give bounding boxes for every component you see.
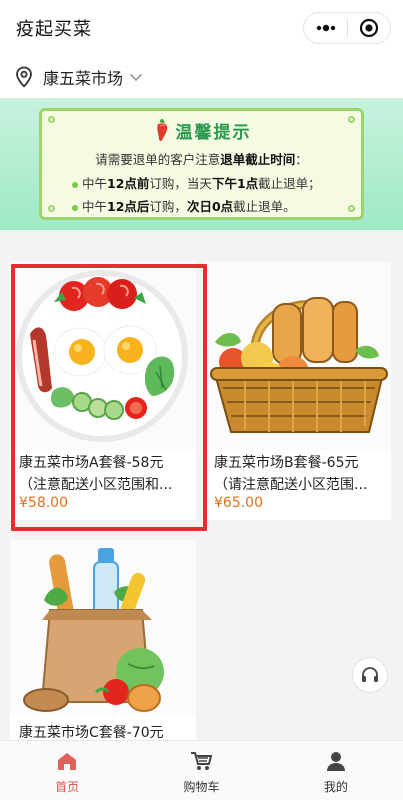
notice-card: 温馨提示 请需要退单的客户注意退单截止时间： 中午12点前订购，当天下午1点截止… [39, 108, 364, 220]
notice-text: 截止退单。 [233, 199, 296, 214]
notice-text: 请需要退单的客户注意 [95, 152, 221, 167]
more-dots-icon [316, 24, 335, 32]
bullet-dot [72, 204, 78, 211]
bullet-dot [72, 181, 78, 188]
bottom-tab-bar: 首页 购物车 我的 [0, 740, 403, 800]
tab-cart[interactable]: 购物车 [134, 741, 268, 800]
cart-icon [189, 750, 213, 772]
location-pin-icon [14, 65, 34, 89]
notice-highlight: 12点前 [107, 176, 150, 191]
close-button[interactable] [348, 13, 390, 43]
notice-line-1: 请需要退单的客户注意退单截止时间： [42, 149, 361, 168]
customer-service-button[interactable] [352, 657, 388, 693]
tab-home[interactable]: 首页 [0, 741, 134, 800]
location-selector[interactable]: 康五菜市场 [0, 56, 403, 98]
market-name: 康五菜市场 [43, 69, 124, 88]
notice-highlight: 退单截止时间 [220, 152, 296, 167]
grocery-bag-image [10, 540, 196, 716]
notice-highlight: 下午1点 [211, 176, 259, 191]
more-button[interactable] [304, 13, 347, 43]
menu-capsule [303, 12, 391, 44]
notice-text: 中午 [82, 199, 108, 214]
notice-title: 温馨提示 [175, 122, 252, 143]
selection-highlight [11, 264, 207, 531]
product-card-b[interactable]: 康五菜市场B套餐-65元 （请注意配送小区范围... ¥65.00 [205, 262, 391, 520]
chevron-down-icon [129, 73, 143, 82]
notice-text: ： [295, 152, 308, 167]
tab-label: 购物车 [183, 780, 220, 794]
notice-banner[interactable]: 温馨提示 请需要退单的客户注意退单截止时间： 中午12点前订购，当天下午1点截止… [0, 98, 403, 230]
notice-header: 温馨提示 [42, 117, 361, 143]
tab-mine[interactable]: 我的 [269, 741, 403, 800]
close-target-icon [359, 18, 379, 38]
notice-text: 订购， [149, 199, 187, 214]
user-icon [325, 750, 347, 772]
mini-program-screen: 疫起买菜 康五菜市场 温馨提示 请需要退单的客户注意退单截止时间： 中午12点前… [0, 0, 403, 800]
product-price: ¥65.00 [214, 495, 263, 511]
app-title: 疫起买菜 [16, 19, 92, 40]
home-icon [56, 750, 78, 772]
notice-line-2: 中午12点前订购，当天下午1点截止退单； [42, 173, 361, 192]
notice-highlight: 12点后 [107, 199, 150, 214]
tab-label: 我的 [323, 780, 348, 794]
notice-text: 订购，当天 [149, 176, 212, 191]
notice-text: 截止退单； [258, 176, 321, 191]
notice-line-3: 中午12点后订购，次日0点截止退单。 [42, 196, 361, 215]
tab-label: 首页 [55, 780, 80, 794]
notice-highlight: 次日0点 [186, 199, 234, 214]
product-title: 康五菜市场B套餐-65元 [214, 455, 359, 471]
product-card-c[interactable]: 康五菜市场C套餐-70元 [10, 540, 196, 770]
chili-pepper-icon [156, 119, 167, 142]
notice-text: 中午 [82, 176, 108, 191]
headset-icon [362, 667, 378, 682]
title-bar: 疫起买菜 [0, 0, 403, 56]
bread-basket-image [205, 262, 391, 450]
product-subtitle: （请注意配送小区范围... [214, 477, 368, 493]
